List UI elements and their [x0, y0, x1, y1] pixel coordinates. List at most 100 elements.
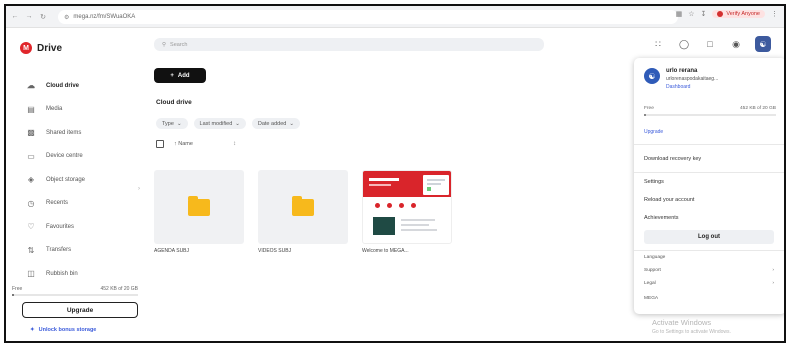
sort-arrow-icon: ↑	[174, 141, 177, 147]
legal-item[interactable]: Legal ›	[644, 281, 774, 286]
account-upgrade-link[interactable]: Upgrade	[644, 129, 663, 135]
menu-divider	[634, 144, 784, 145]
pdf-feature-dots	[375, 203, 416, 208]
filter-date-added[interactable]: Date added ⌄	[251, 118, 300, 129]
unlock-bonus-storage-link[interactable]: ✦ Unlock bonus storage	[30, 327, 96, 333]
apps-grid-icon[interactable]: ∷	[651, 37, 665, 51]
bonus-label: Unlock bonus storage	[38, 327, 97, 333]
download-recovery-key-item[interactable]: Download recovery key	[644, 156, 701, 162]
achievements-item[interactable]: Achievements	[644, 215, 679, 221]
filter-label: Last modified	[199, 120, 233, 127]
translate-icon[interactable]: ▦	[676, 10, 683, 18]
sidebar-item-label: Cloud drive	[46, 82, 80, 89]
tile-thumbnail	[154, 170, 244, 244]
search-placeholder: Search	[170, 41, 188, 48]
storage-summary: Free 452 KB of 20 GB	[12, 286, 138, 292]
file-tile[interactable]: Welcome to MEGA...	[362, 170, 452, 254]
account-email: urlorenaspodakaitaeg...	[666, 76, 719, 82]
sidebar-item-media[interactable]: ▤ Media	[6, 98, 146, 122]
pdf-image-block	[373, 217, 395, 235]
language-item[interactable]: Language	[644, 255, 774, 260]
pdf-preview-panel	[423, 175, 449, 195]
sidebar-item-device-centre[interactable]: ▭ Device centre	[6, 145, 146, 169]
account-plan: Free	[644, 106, 654, 111]
gift-icon: ✦	[30, 327, 35, 333]
filter-last-modified[interactable]: Last modified ⌄	[193, 118, 246, 129]
watermark-subtitle: Go to Settings to activate Windows.	[652, 329, 731, 335]
site-info-icon[interactable]: ⚙	[64, 14, 69, 21]
sidebar-item-label: Device centre	[46, 153, 83, 160]
sort-toggle-icon[interactable]: ↕	[233, 141, 236, 147]
account-storage-bar	[644, 114, 776, 116]
sidebar-item-cloud-drive[interactable]: ☁ Cloud drive	[6, 74, 146, 98]
logout-button[interactable]: Log out	[644, 230, 774, 244]
sidebar-item-transfers[interactable]: ⇅ Transfers	[6, 239, 146, 263]
account-menu: ☯ urlo rerana urlorenaspodakaitaeg... Da…	[634, 58, 784, 314]
user-avatar-icon: ☯	[644, 68, 660, 84]
trash-icon: ◫	[27, 269, 35, 279]
contacts-icon[interactable]: □	[703, 37, 717, 51]
add-label: Add	[177, 72, 190, 79]
notifications-icon[interactable]: ◉	[729, 37, 743, 51]
sidebar-item-recents[interactable]: ◷ Recents	[6, 192, 146, 216]
storage-plan: Free	[12, 286, 23, 292]
mega-logo-icon: M	[20, 42, 32, 54]
sidebar-item-label: Recents	[46, 200, 69, 207]
browser-actions: ▦ ☆ ↧ Verify Anyone ⋮	[676, 10, 778, 18]
reload-icon[interactable]: ↻	[38, 13, 48, 21]
bookmark-star-icon[interactable]: ☆	[688, 10, 694, 18]
support-label: Support	[644, 268, 661, 273]
folder-icon	[188, 195, 210, 216]
sidebar-item-rubbish-bin[interactable]: ◫ Rubbish bin	[6, 262, 146, 286]
device-icon: ▭	[27, 151, 35, 161]
sidebar-item-label: Object storage	[46, 176, 86, 183]
language-label: Language	[644, 255, 666, 260]
add-button[interactable]: + Add	[154, 68, 206, 83]
chat-icon[interactable]: ◯	[677, 37, 691, 51]
address-bar[interactable]: ⚙ mega.nz/fm/SWuaOKA	[58, 10, 678, 24]
download-icon[interactable]: ↧	[700, 10, 706, 18]
sort-by-name[interactable]: ↑ Name	[174, 141, 193, 147]
account-storage-bar-fill	[644, 114, 646, 116]
file-grid: AGENDA SUBJ VIDEOS SUBJ Welcome to MEGA.	[154, 170, 452, 254]
url-text: mega.nz/fm/SWuaOKA	[73, 14, 136, 20]
storage-bar	[12, 294, 138, 296]
file-tile[interactable]: VIDEOS SUBJ	[258, 170, 348, 254]
sidebar-collapse-icon[interactable]: ›	[138, 186, 140, 192]
sidebar-item-label: Shared items	[46, 129, 82, 136]
object-storage-icon: ◈	[27, 175, 35, 185]
forward-icon[interactable]: →	[24, 13, 34, 20]
reload-account-item[interactable]: Reload your account	[644, 197, 694, 203]
sidebar-item-shared-items[interactable]: ▩ Shared items	[6, 121, 146, 145]
search-bar[interactable]: ⚲ Search	[154, 38, 544, 51]
pdf-thumbnail	[362, 170, 452, 244]
profile-button[interactable]: Verify Anyone	[712, 10, 765, 18]
select-all-checkbox[interactable]	[156, 140, 164, 148]
back-icon[interactable]: ←	[10, 13, 20, 20]
sidebar-item-object-storage[interactable]: ◈ Object storage	[6, 168, 146, 192]
version-label: MEGA	[644, 296, 659, 301]
breadcrumb: Cloud drive	[156, 99, 192, 106]
media-icon: ▤	[27, 104, 35, 114]
chevron-down-icon: ⌄	[176, 120, 182, 127]
brand[interactable]: M Drive	[20, 42, 62, 54]
chevron-right-icon: ›	[772, 281, 774, 286]
tile-name: Welcome to MEGA...	[362, 248, 409, 254]
support-item[interactable]: Support ›	[644, 268, 774, 273]
browser-menu-icon[interactable]: ⋮	[771, 10, 778, 18]
search-icon: ⚲	[162, 41, 167, 48]
account-storage-summary: Free 452 KB of 20 GB	[644, 106, 776, 111]
settings-item[interactable]: Settings	[644, 179, 664, 185]
sidebar-item-favourites[interactable]: ♡ Favourites	[6, 215, 146, 239]
upgrade-button[interactable]: Upgrade	[22, 302, 138, 318]
sidebar-nav: ☁ Cloud drive ▤ Media ▩ Shared items ▭ D…	[6, 74, 146, 286]
account-avatar-button[interactable]: ☯	[755, 36, 771, 52]
filter-type[interactable]: Type ⌄	[156, 118, 188, 129]
file-tile[interactable]: AGENDA SUBJ	[154, 170, 244, 254]
profile-icon	[717, 11, 724, 17]
pdf-text-lines	[401, 219, 441, 234]
transfers-icon: ⇅	[27, 245, 35, 255]
plus-icon: +	[170, 72, 174, 79]
dashboard-link[interactable]: Dashboard	[666, 84, 718, 90]
screen-frame: ← → ↻ ⚙ mega.nz/fm/SWuaOKA ▦ ☆ ↧ Verify …	[4, 4, 786, 343]
